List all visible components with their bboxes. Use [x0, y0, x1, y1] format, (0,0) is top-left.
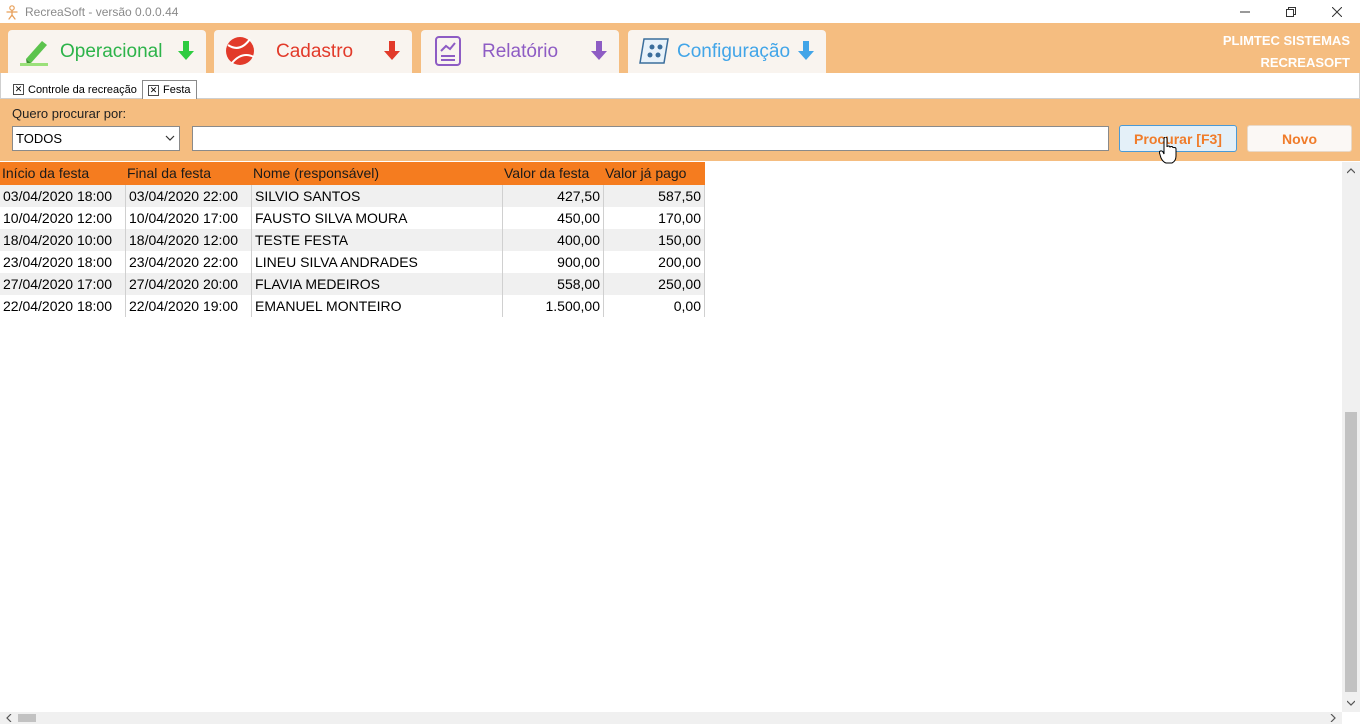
brand: PLIMTEC SISTEMAS RECREASOFT	[1223, 30, 1350, 74]
column-header[interactable]: Final da festa	[125, 162, 251, 185]
ribbon-tab-configuracao[interactable]: Configuração	[628, 30, 826, 73]
minimize-icon	[1240, 11, 1250, 12]
table-row[interactable]: 27/04/2020 17:00 27/04/2020 20:00 FLAVIA…	[0, 273, 705, 295]
settings-panel-icon	[639, 38, 669, 64]
brand-company: PLIMTEC SISTEMAS	[1222, 33, 1350, 48]
highlighter-icon	[20, 41, 48, 66]
search-button[interactable]: Procurar [F3]	[1119, 125, 1237, 152]
column-header[interactable]: Início da festa	[0, 162, 125, 185]
filter-select[interactable]: TODOS	[12, 126, 180, 151]
brand-product: RECREASOFT	[1260, 55, 1350, 70]
cell-name: LINEU SILVA ANDRADES	[251, 251, 502, 273]
tab-controle-da-recreacao[interactable]: ✕ Controle da recreação	[7, 80, 143, 99]
ribbon-menu: Operacional Cadastro Relatório Configura…	[0, 23, 1360, 73]
cell-start: 10/04/2020 12:00	[3, 210, 112, 226]
search-label: Quero procurar por:	[12, 106, 127, 121]
cell-start: 23/04/2020 18:00	[3, 254, 112, 270]
arrow-down-icon	[591, 41, 607, 60]
cell-paid: 587,50	[603, 185, 705, 207]
restore-icon	[1286, 6, 1296, 17]
ribbon-tab-label: Relatório	[482, 41, 559, 62]
new-button[interactable]: Novo	[1247, 125, 1352, 152]
close-tab-icon[interactable]: ✕	[13, 84, 24, 95]
app-window: RecreaSoft - versão 0.0.0.44 Operacional	[0, 0, 1360, 724]
cell-start: 18/04/2020 10:00	[3, 232, 112, 248]
minimize-button[interactable]	[1222, 0, 1268, 23]
title-bar: RecreaSoft - versão 0.0.0.44	[0, 0, 1360, 23]
ball-icon	[226, 37, 255, 65]
arrow-down-icon	[178, 41, 194, 60]
table-header: Início da festa Final da festa Nome (res…	[0, 162, 705, 185]
cell-value: 450,00	[502, 207, 603, 229]
search-panel: Quero procurar por: TODOS Procurar [F3] …	[0, 99, 1360, 161]
tab-label: Festa	[163, 84, 191, 96]
scrollbar-thumb[interactable]	[18, 714, 36, 722]
table-row[interactable]: 23/04/2020 18:00 23/04/2020 22:00 LINEU …	[0, 251, 705, 273]
scroll-down-icon[interactable]	[1345, 697, 1357, 709]
hand-cursor-icon	[1159, 137, 1177, 164]
column-header[interactable]: Valor da festa	[502, 162, 603, 185]
cell-value: 400,00	[502, 229, 603, 251]
cell-paid: 200,00	[603, 251, 705, 273]
column-header[interactable]: Valor já pago	[603, 162, 705, 185]
restore-button[interactable]	[1268, 0, 1314, 23]
cell-name: SILVIO SANTOS	[251, 185, 502, 207]
cell-paid: 0,00	[603, 295, 705, 317]
tab-label: Controle da recreação	[28, 83, 137, 96]
scroll-right-icon[interactable]	[1327, 712, 1339, 724]
cell-value: 900,00	[502, 251, 603, 273]
table-body: 03/04/2020 18:00 03/04/2020 22:00 SILVIO…	[0, 185, 705, 317]
cell-name: EMANUEL MONTEIRO	[251, 295, 502, 317]
filter-value: TODOS	[16, 131, 62, 146]
cell-name: FLAVIA MEDEIROS	[251, 273, 502, 295]
cell-name: TESTE FESTA	[251, 229, 502, 251]
cell-end: 22/04/2020 19:00	[125, 295, 251, 317]
arrow-down-icon	[384, 41, 400, 60]
close-icon	[1332, 6, 1342, 17]
close-tab-icon[interactable]: ✕	[148, 84, 159, 96]
arrow-down-icon	[798, 41, 814, 60]
document-tabs: ✕ Controle da recreação ✕ Festa	[0, 73, 1360, 99]
cell-paid: 150,00	[603, 229, 705, 251]
app-logo-icon	[6, 4, 18, 20]
horizontal-scrollbar[interactable]	[0, 712, 1342, 724]
cell-end: 03/04/2020 22:00	[125, 185, 251, 207]
cell-end: 27/04/2020 20:00	[125, 273, 251, 295]
ribbon-tab-label: Cadastro	[276, 41, 354, 62]
table-row[interactable]: 03/04/2020 18:00 03/04/2020 22:00 SILVIO…	[0, 185, 705, 207]
ribbon-tab-cadastro[interactable]: Cadastro	[214, 30, 412, 73]
festas-table: Início da festa Final da festa Nome (res…	[0, 162, 705, 317]
cell-value: 427,50	[502, 185, 603, 207]
vertical-scrollbar[interactable]	[1342, 162, 1360, 712]
window-title: RecreaSoft - versão 0.0.0.44	[25, 4, 179, 19]
cell-start: 03/04/2020 18:00	[3, 188, 112, 204]
table-row[interactable]: 10/04/2020 12:00 10/04/2020 17:00 FAUSTO…	[0, 207, 705, 229]
cell-value: 1.500,00	[502, 295, 603, 317]
ribbon-tab-label: Configuração	[677, 41, 791, 62]
table-row[interactable]: 22/04/2020 18:00 22/04/2020 19:00 EMANUE…	[0, 295, 705, 317]
cell-paid: 170,00	[603, 207, 705, 229]
scrollbar-thumb[interactable]	[1345, 412, 1357, 692]
close-button[interactable]	[1314, 0, 1360, 23]
column-header[interactable]: Nome (responsável)	[251, 162, 502, 185]
ribbon-tab-label: Operacional	[60, 41, 163, 62]
cell-end: 23/04/2020 22:00	[125, 251, 251, 273]
search-input[interactable]	[192, 126, 1109, 151]
ribbon-tab-relatorio[interactable]: Relatório	[421, 30, 619, 73]
cell-start: 22/04/2020 18:00	[3, 298, 112, 314]
chevron-down-icon	[165, 135, 175, 141]
report-icon	[435, 36, 461, 66]
table-row[interactable]: 18/04/2020 10:00 18/04/2020 12:00 TESTE …	[0, 229, 705, 251]
ribbon-tab-operacional[interactable]: Operacional	[8, 30, 206, 73]
scroll-up-icon[interactable]	[1345, 165, 1357, 177]
cell-end: 18/04/2020 12:00	[125, 229, 251, 251]
cell-value: 558,00	[502, 273, 603, 295]
scroll-left-icon[interactable]	[3, 712, 15, 724]
cell-paid: 250,00	[603, 273, 705, 295]
cell-end: 10/04/2020 17:00	[125, 207, 251, 229]
tab-festa[interactable]: ✕ Festa	[142, 80, 197, 99]
cell-start: 27/04/2020 17:00	[3, 276, 112, 292]
cell-name: FAUSTO SILVA MOURA	[251, 207, 502, 229]
